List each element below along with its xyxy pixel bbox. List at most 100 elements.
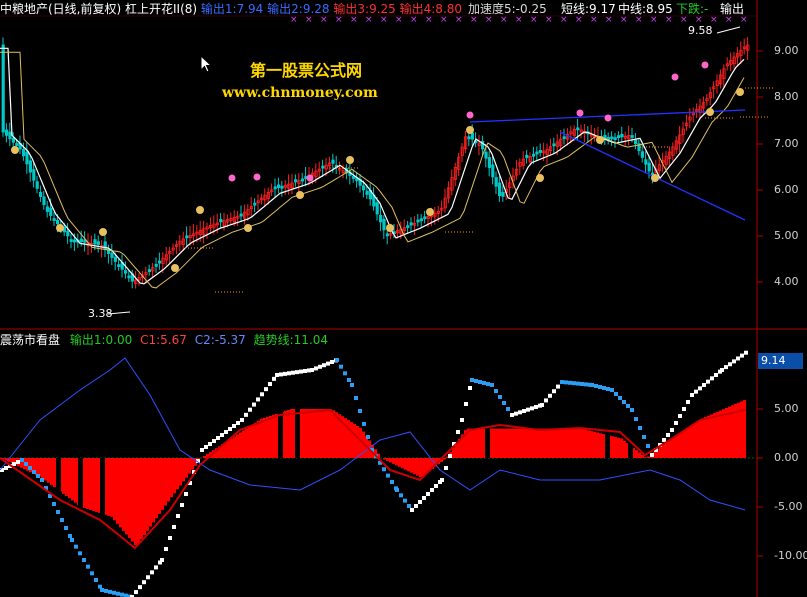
hist-bar [743,400,746,458]
step-line-seg [299,369,303,374]
step-line-seg [720,368,724,372]
mid-line-value: 中线:8.95 [618,2,673,16]
step-line-seg [448,454,452,458]
hist-bar [473,428,476,458]
hand-marker-icon [296,191,304,199]
hist-bar [284,410,287,458]
stock-title[interactable]: 中粮地产(日线,前复权) [0,2,121,16]
step-line-seg [686,400,690,404]
hist-bar [614,436,617,458]
hist-bar [386,458,389,461]
hist-bar [353,424,356,458]
step-line-seg [310,368,314,372]
signal-x-icon: × [470,15,478,25]
hist-bar [494,428,497,458]
hist-bar [701,418,704,458]
indicator-name[interactable]: 杠上开花II(8) [125,2,197,16]
signal-x-icon: × [605,15,613,25]
hist-bar [233,436,236,458]
hist-bar [128,458,131,538]
sub-indicator-name[interactable]: 震荡市看盘 [0,333,60,347]
candle-body [219,218,223,223]
hist-bar [572,428,575,458]
candle-body [103,241,107,251]
step-line-seg [60,518,64,522]
hist-bar [527,428,530,458]
step-line-seg [94,578,98,582]
candle-body [497,182,502,196]
hist-bar [530,428,533,458]
step-line-seg [594,384,598,388]
step-line-seg [540,403,544,407]
hist-bar [383,458,386,460]
sub-header: 震荡市看盘 输出1:0.00 C1:5.67 C2:-5.37 趋势线:11.0… [0,333,328,347]
step-line-seg [339,364,343,369]
step-line-seg [208,442,212,446]
hist-bar [311,409,314,458]
down-value: 下跌:- [676,2,709,16]
hist-bar [566,428,569,458]
step-line-seg [482,381,486,385]
candle-body [253,202,257,206]
candle-body [351,176,356,179]
candle-body [157,260,162,264]
step-line-seg [386,473,390,478]
high-arrow [716,26,741,34]
step-line-seg [154,565,158,570]
hist-bar [245,428,248,458]
hist-bar [323,409,326,458]
buy-signal-dot [228,174,236,182]
hist-bar [176,458,179,490]
step-line-seg [322,363,326,368]
step-line-seg [40,478,44,482]
c1-value: C1:5.67 [140,333,187,347]
hist-bar [680,431,683,458]
hist-bar [83,458,86,508]
step-line-seg [236,421,240,425]
hist-bar [539,428,542,458]
hand-marker-icon [171,264,179,272]
hist-bar [329,409,332,458]
step-line-seg [702,383,706,387]
current-value-badge: 9.14 [758,353,803,369]
step-line-seg [434,484,438,488]
step-line-seg [303,369,307,373]
step-line-seg [468,386,472,390]
step-line-seg [164,547,168,551]
hist-bar [257,420,260,458]
watermark-url[interactable]: www.chnmoney.com [222,85,378,101]
step-line-seg [291,370,295,375]
hist-bar [611,436,614,458]
step-line-seg [74,544,78,549]
hist-bar [593,431,596,458]
hist-bar [161,458,164,510]
step-line-seg [407,504,411,508]
hist-gap [295,398,300,458]
step-line-seg [706,379,710,384]
hist-bar [347,420,350,458]
step-line-seg [150,570,154,575]
output3-value: 输出3:9.25 [333,2,396,16]
candle-body [96,241,100,245]
step-line-seg [564,380,568,385]
candle-body [154,263,158,267]
step-line-seg [134,590,138,595]
candle-body [644,159,648,165]
signal-x-icon: × [425,15,433,25]
hist-bar [596,432,599,458]
hist-bar [167,458,170,502]
step-line-seg [576,381,580,386]
hist-gap [605,398,610,458]
hand-marker-icon [11,146,19,154]
hist-bar [704,417,707,458]
hist-bar [569,428,572,458]
signal-x-icon: × [290,15,298,25]
hist-bar [419,458,422,478]
candle-body [409,222,413,226]
accel-value: 加速度5:-0.25 [468,2,547,16]
hist-bar [725,407,728,458]
step-line-seg [444,466,448,470]
signal-x-icon: × [665,15,673,25]
main-header: 中粮地产(日线,前复权) 杠上开花II(8) 输出1:7.94 输出2:9.28… [0,2,462,16]
hist-bar [584,429,587,458]
